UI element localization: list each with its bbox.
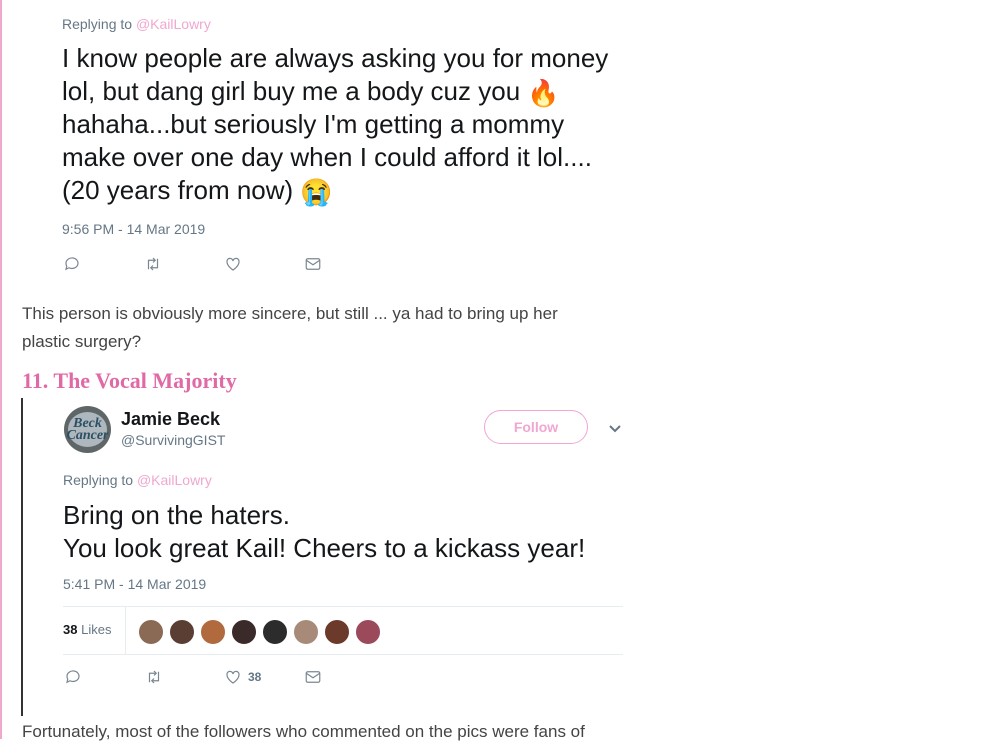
- liker-avatar[interactable]: [200, 619, 226, 645]
- message-button[interactable]: [304, 254, 322, 274]
- likes-count[interactable]: 38 Likes: [63, 622, 111, 637]
- tweet-text-part1: I know people are always asking you for …: [62, 43, 609, 106]
- reply-button[interactable]: [64, 667, 82, 687]
- embed-left-rule: [21, 398, 23, 716]
- retweet-button[interactable]: [144, 254, 162, 274]
- reply-button[interactable]: [63, 254, 81, 274]
- author-name[interactable]: Jamie Beck: [121, 409, 220, 430]
- tweet-text-line: Bring on the haters.: [63, 500, 290, 530]
- liker-avatar[interactable]: [231, 619, 257, 645]
- tweet-text-line: You look great Kail! Cheers to a kickass…: [63, 533, 586, 563]
- liker-avatar[interactable]: [138, 619, 164, 645]
- fire-emoji: 🔥: [527, 78, 560, 108]
- section-heading: 11. The Vocal Majority: [22, 368, 237, 393]
- article-paragraph: Fortunately, most of the followers who c…: [22, 722, 585, 741]
- liker-avatar[interactable]: [355, 619, 381, 645]
- like-count: 38: [248, 670, 262, 684]
- avatar[interactable]: Beck Cancer: [64, 406, 111, 453]
- author-handle[interactable]: @SurvivingGIST: [121, 432, 225, 448]
- chevron-down-icon: [609, 425, 621, 433]
- tweet-actions: 38: [64, 667, 344, 689]
- replying-to: Replying to @KailLowry: [63, 472, 212, 488]
- liker-avatar[interactable]: [293, 619, 319, 645]
- article-paragraph-line: This person is obviously more sincere, b…: [22, 304, 558, 323]
- more-options-button[interactable]: [607, 420, 623, 436]
- liker-avatar[interactable]: [169, 619, 195, 645]
- article-paragraph: This person is obviously more sincere, b…: [22, 300, 558, 356]
- reply-icon: [65, 257, 79, 271]
- likes-label: Likes: [81, 622, 112, 637]
- tweet-timestamp[interactable]: 5:41 PM - 14 Mar 2019: [63, 576, 206, 592]
- heart-icon: [226, 670, 240, 684]
- message-button[interactable]: [304, 667, 322, 687]
- replying-prefix: Replying to: [63, 472, 134, 488]
- crying-emoji: 😭: [300, 177, 333, 207]
- avatar-logo-text: Beck Cancer: [67, 412, 109, 447]
- retweet-button[interactable]: [145, 667, 163, 687]
- envelope-icon: [305, 258, 321, 270]
- follow-button[interactable]: Follow: [484, 410, 588, 444]
- like-button[interactable]: 38: [224, 667, 261, 687]
- likes-divider: [125, 607, 126, 654]
- liker-avatar[interactable]: [324, 619, 350, 645]
- replying-to: Replying to @KailLowry: [62, 16, 211, 32]
- retweet-icon: [147, 257, 159, 271]
- liker-avatars: [138, 619, 386, 645]
- liker-avatar[interactable]: [262, 619, 288, 645]
- heart-icon: [226, 257, 240, 271]
- tweet-actions: [63, 254, 343, 276]
- left-border-rule: [0, 0, 2, 739]
- replying-handle-link[interactable]: @KailLowry: [136, 16, 211, 32]
- article-paragraph-line: plastic surgery?: [22, 332, 142, 351]
- like-button[interactable]: [224, 254, 242, 274]
- envelope-icon: [305, 671, 321, 683]
- retweet-icon: [148, 670, 160, 684]
- likes-row: 38 Likes: [63, 606, 623, 655]
- likes-number: 38: [63, 622, 78, 637]
- tweet-text: I know people are always asking you for …: [62, 42, 622, 207]
- reply-icon: [66, 670, 80, 684]
- replying-prefix: Replying to: [62, 16, 133, 32]
- tweet-text: Bring on the haters. You look great Kail…: [63, 499, 585, 565]
- tweet-timestamp[interactable]: 9:56 PM - 14 Mar 2019: [62, 221, 205, 237]
- replying-handle-link[interactable]: @KailLowry: [137, 472, 212, 488]
